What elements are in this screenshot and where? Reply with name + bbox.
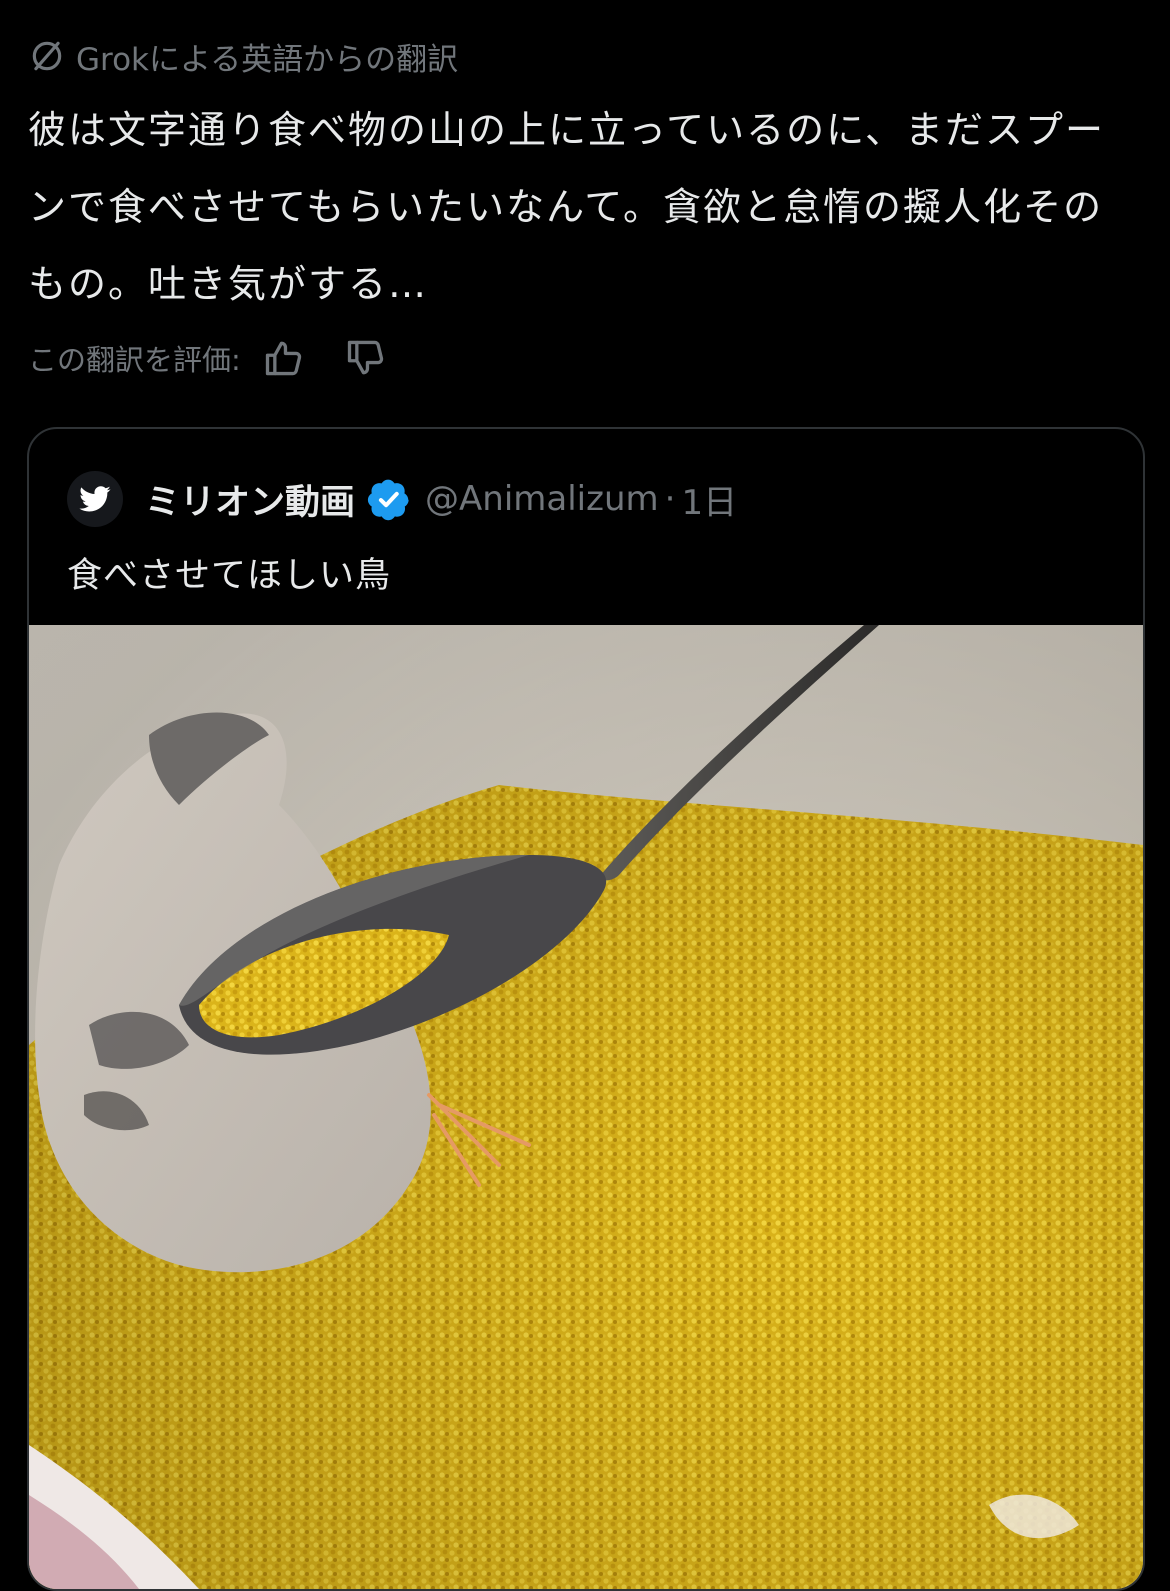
avatar[interactable]	[67, 471, 123, 527]
quoted-post[interactable]: ミリオン動画 @Animalizum · 1日 食べさせてほしい鳥	[27, 427, 1145, 1591]
handle[interactable]: @Animalizum	[425, 479, 659, 519]
display-name[interactable]: ミリオン動画	[145, 474, 355, 525]
thumbs-down-button[interactable]	[343, 335, 389, 381]
separator-dot: ·	[664, 479, 676, 519]
bird-logo-icon	[79, 486, 111, 512]
quoted-post-header: ミリオン動画 @Animalizum · 1日	[67, 469, 737, 529]
rating-label: この翻訳を評価:	[28, 343, 241, 377]
thumbs-up-icon	[265, 341, 301, 376]
slash-circle-icon	[32, 41, 62, 71]
thumbs-down-icon	[347, 340, 383, 375]
translation-label-text: Grokによる英語からの翻訳	[76, 41, 459, 78]
post-text: 彼は文字通り食べ物の山の上に立っているのに、まだスプーンで食べさせてもらいたいな…	[28, 108, 1105, 306]
translation-label: Grokによる英語からの翻訳	[28, 34, 458, 78]
timestamp[interactable]: 1日	[681, 475, 737, 524]
translation-rating: この翻訳を評価:	[28, 334, 389, 382]
verified-badge-icon	[367, 479, 409, 521]
quoted-post-text: 食べさせてほしい鳥	[67, 556, 392, 596]
quoted-post-media[interactable]	[29, 625, 1143, 1589]
thumbs-up-button[interactable]	[261, 335, 307, 381]
